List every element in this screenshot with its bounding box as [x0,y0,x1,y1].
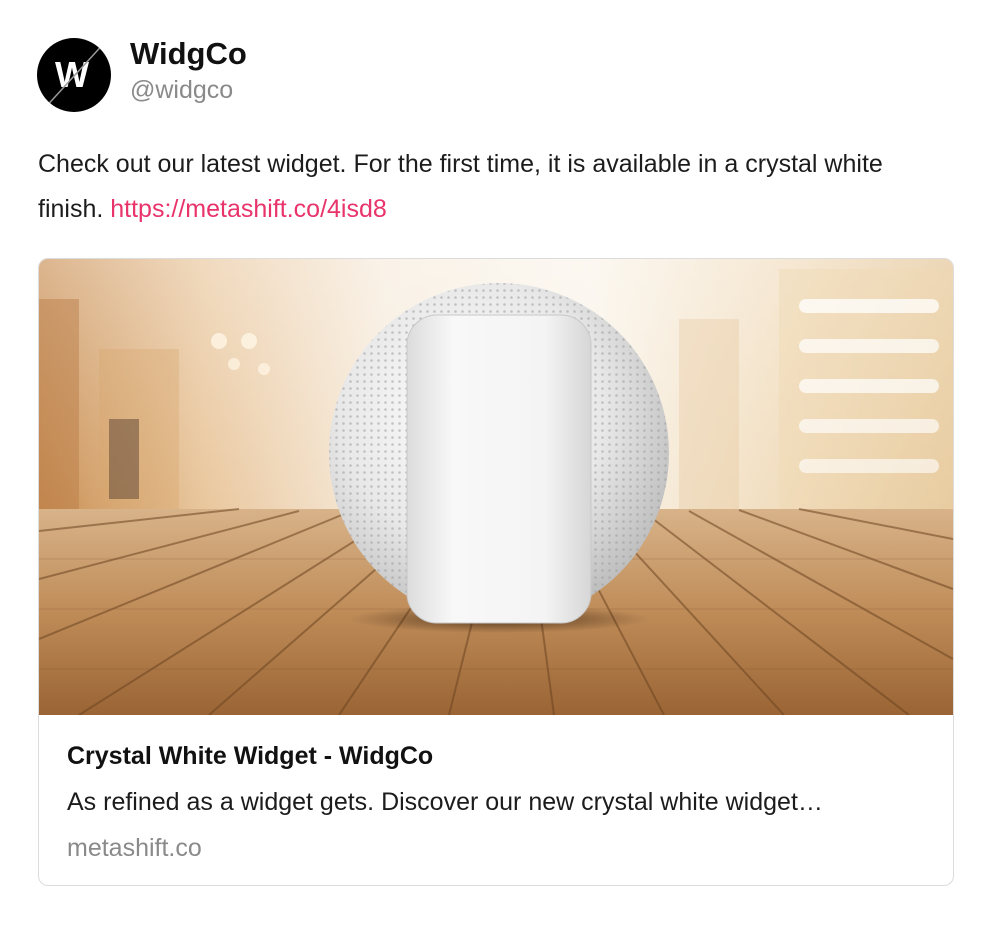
display-name[interactable]: WidgCo [130,34,247,74]
link-preview-description: As refined as a widget gets. Discover ou… [67,788,823,816]
avatar-letter: W [55,54,89,95]
post-header: W WidgCo @widgco [37,36,247,112]
post-link[interactable]: https://metashift.co/4isd8 [110,195,387,223]
social-post: W WidgCo @widgco Check out our latest wi… [0,0,994,930]
account-names: WidgCo @widgco [130,34,247,106]
avatar[interactable]: W [37,38,111,112]
product-photo [39,259,953,715]
link-preview-image [39,259,953,715]
post-text: Check out our latest widget. For the fir… [38,142,938,232]
link-preview-title[interactable]: Crystal White Widget - WidgCo [67,733,927,779]
link-preview-domain: metashift.co [67,834,202,862]
account-handle[interactable]: @widgco [130,74,247,106]
link-preview-card[interactable]: Crystal White Widget - WidgCo As refined… [38,258,954,886]
link-preview-body: Crystal White Widget - WidgCo As refined… [67,733,927,871]
avatar-logo-icon: W [42,39,108,111]
